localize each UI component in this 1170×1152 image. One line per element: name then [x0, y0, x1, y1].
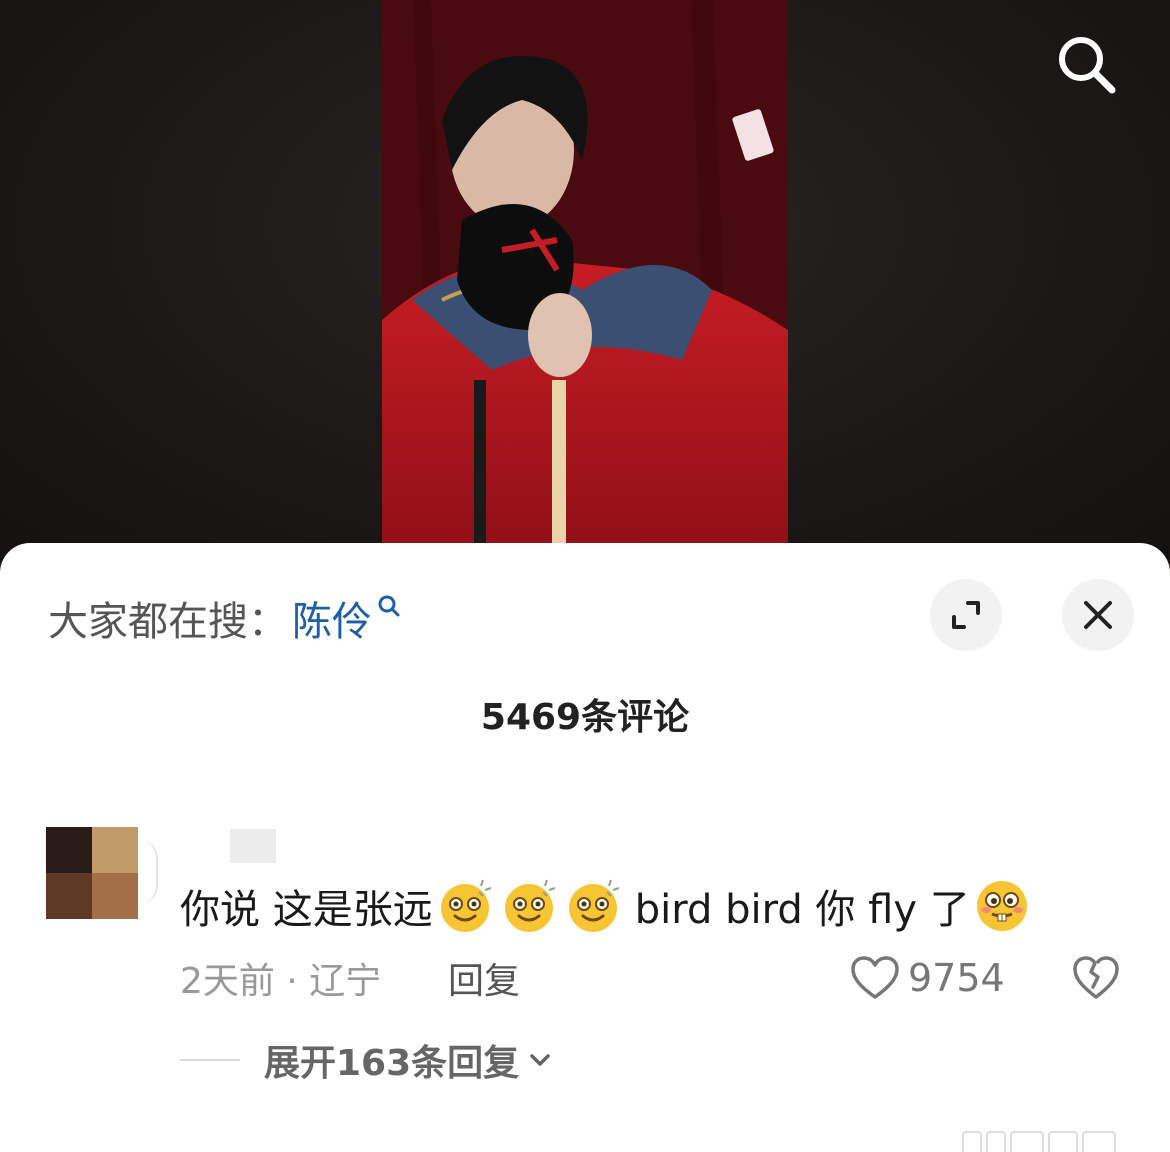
comment-count: 5469条评论: [480, 697, 690, 738]
heart-icon: [851, 956, 899, 999]
dizzy-smile-emoji-icon: [504, 879, 556, 932]
search-button[interactable]: [1050, 28, 1122, 100]
dizzy-smile-emoji-icon: [568, 879, 620, 932]
username-redacted[interactable]: [230, 829, 380, 863]
watermark-glyph: [962, 1131, 982, 1152]
dizzy-smile-emoji-icon: [440, 879, 492, 932]
comment-meta: 2天前 · 辽宁: [180, 961, 382, 1002]
expand-icon: [952, 601, 980, 629]
broken-heart-icon: [1073, 956, 1119, 999]
watermark-glyph: [986, 1131, 1006, 1152]
dislike-button[interactable]: [1070, 951, 1122, 1005]
avatar[interactable]: [46, 827, 138, 919]
avatar-tile: [46, 827, 92, 873]
comment-text-part1: 你说 这是张远: [180, 887, 433, 933]
expand-replies-button[interactable]: 展开163条回复: [180, 1035, 553, 1085]
avatar-frame: [138, 839, 158, 905]
avatar-tile: [92, 873, 138, 919]
like-button[interactable]: 9754: [850, 951, 1005, 1005]
search-icon: [378, 595, 400, 617]
hot-search-prefix: 大家都在搜：: [48, 599, 288, 645]
search-icon: [1059, 37, 1116, 94]
close-icon: [1084, 601, 1112, 629]
avatar-tile: [92, 827, 138, 873]
expand-replies-label: 展开163条回复: [264, 1043, 520, 1084]
watermark-glyph: [1082, 1131, 1116, 1152]
comment-body: 你说 这是张远 bird bird 你 fly 了: [180, 873, 1034, 939]
buck-tooth-emoji-icon: [976, 881, 1027, 931]
avatar-tile: [46, 873, 92, 919]
watermark: [962, 1129, 1160, 1152]
chevron-down-icon: [530, 1054, 550, 1066]
like-count: 9754: [908, 956, 1005, 1000]
close-button[interactable]: [1062, 579, 1134, 651]
photo-illustration: [382, 0, 788, 560]
expand-button[interactable]: [930, 579, 1002, 651]
hot-search-term[interactable]: 陈伶: [292, 589, 372, 647]
media-viewer: [0, 0, 1170, 560]
post-photo[interactable]: [382, 0, 788, 560]
watermark-glyph: [1010, 1131, 1044, 1152]
hot-search-banner[interactable]: 大家都在搜： 陈伶: [48, 593, 402, 645]
reply-button[interactable]: 回复: [448, 953, 520, 1003]
watermark-glyph: [1048, 1131, 1078, 1152]
divider-line: [180, 1059, 240, 1061]
comment-sheet: 大家都在搜： 陈伶 5469条评论 你说 这是张远 bird bird 你 fl…: [0, 543, 1170, 1152]
redaction-block: [230, 829, 276, 863]
comment-text-part2: bird bird 你 fly 了: [634, 887, 970, 933]
